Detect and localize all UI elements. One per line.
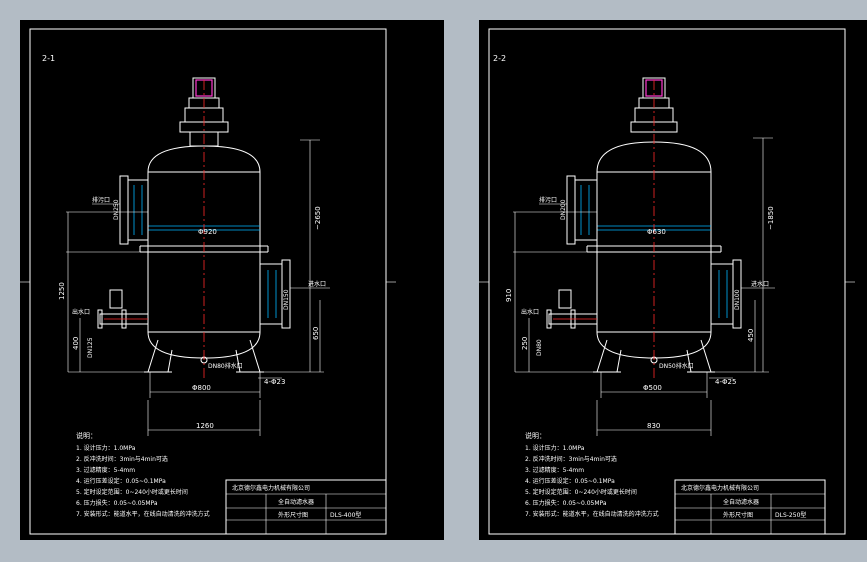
label-right-flange: DN100 <box>734 289 741 310</box>
label-left-port: 出水口 <box>72 308 90 316</box>
dim-d2: 400 <box>72 337 80 350</box>
note-line: 2. 反冲洗时间：3min与4min可选 <box>76 455 168 463</box>
title-block: 北京德尔鑫电力机械有限公司 全自动滤水器 外形尺寸图 DLS-250型 <box>674 479 826 535</box>
dim-height: ~1850 <box>767 206 775 230</box>
label-right-port: 进水口 <box>751 280 769 288</box>
note-line: 4. 运行压差设定：0.05~0.1MPa <box>525 477 615 485</box>
label-top-flange: DN250 <box>113 199 120 220</box>
company-name: 北京德尔鑫电力机械有限公司 <box>232 484 310 492</box>
note-line: 5. 定时设定范围：0~240小时或更长时间 <box>76 488 188 496</box>
product-name: 全自动滤水器 <box>723 498 759 506</box>
note-line: 6. 压力损失：0.05~0.05MPa <box>76 499 158 507</box>
drawing-name: 外形尺寸图 <box>278 511 308 519</box>
model-number: DLS-400型 <box>330 511 361 519</box>
sheet-number: 2-1 <box>42 54 55 63</box>
note-line: 4. 运行压差设定：0.05~0.1MPa <box>76 477 166 485</box>
dim-d3: 650 <box>312 327 320 340</box>
label-right-port: 进水口 <box>308 280 326 288</box>
model-number: DLS-250型 <box>775 511 806 519</box>
title-block: 北京德尔鑫电力机械有限公司 全自动滤水器 外形尺寸图 DLS-400型 <box>225 479 387 535</box>
note-line: 1. 设计压力：1.0MPa <box>76 444 136 452</box>
label-right-flange: DN150 <box>283 289 290 310</box>
dim-base-diameter: Φ800 <box>192 384 211 392</box>
dim-d1: 910 <box>505 289 513 302</box>
dim-base-width: 830 <box>647 422 660 430</box>
vessel-drawing-right: 2-2 Φ630 ~1850 910 250 450 Φ500 830 4-Φ2… <box>479 28 855 535</box>
product-name: 全自动滤水器 <box>278 498 314 506</box>
notes-title: 说明： <box>76 431 97 440</box>
dim-base-diameter: Φ500 <box>643 384 662 392</box>
dim-d3: 450 <box>747 329 755 342</box>
label-left-port: 出水口 <box>521 308 539 316</box>
label-top-port: 排污口 <box>539 196 557 204</box>
note-line: 1. 设计压力：1.0MPa <box>525 444 585 452</box>
dim-diameter: Φ920 <box>198 228 217 236</box>
dim-small: 4-Φ25 <box>715 378 736 386</box>
dim-base-width: 1260 <box>196 422 214 430</box>
drawing-sheet-right: 2-2 Φ630 ~1850 910 250 450 Φ500 830 4-Φ2… <box>479 20 867 540</box>
notes-title: 说明： <box>525 431 546 440</box>
note-line: 6. 压力损失：0.05~0.05MPa <box>525 499 607 507</box>
nozzle-right <box>259 263 283 325</box>
note-line: 2. 反冲洗时间：3min与4min可选 <box>525 455 617 463</box>
note-line: 3. 过滤精度：5-4mm <box>76 466 135 474</box>
label-left-flange: DN125 <box>87 337 94 358</box>
label-left-flange: DN80 <box>536 339 543 356</box>
nozzle-right <box>710 263 734 325</box>
vessel-drawing-left: 2-1 Φ920 ~2650 1250 400 650 Φ800 1260 4-… <box>20 28 396 535</box>
drain-valve <box>546 289 598 329</box>
label-top-flange: DN200 <box>560 199 567 220</box>
drain-valve <box>97 289 149 329</box>
dim-diameter: Φ630 <box>647 228 666 236</box>
dim-height: ~2650 <box>314 206 322 230</box>
note-line: 5. 定时设定范围：0~240小时或更长时间 <box>525 488 637 496</box>
note-line: 7. 安装形式：能道水平，在线自动清洗的冲洗方式 <box>76 510 210 518</box>
company-name: 北京德尔鑫电力机械有限公司 <box>681 484 759 492</box>
label-bottom-port: DN50排水口 <box>659 362 694 370</box>
dim-small: 4-Φ23 <box>264 378 285 386</box>
dim-d2: 250 <box>521 337 529 350</box>
note-line: 7. 安装形式：能道水平，在线自动清洗的冲洗方式 <box>525 510 659 518</box>
dim-d1: 1250 <box>58 282 66 300</box>
nozzle-top-left <box>574 179 598 241</box>
note-line: 3. 过滤精度：5-4mm <box>525 466 584 474</box>
drawing-sheet-left: 2-1 Φ920 ~2650 1250 400 650 Φ800 1260 4-… <box>20 20 444 540</box>
nozzle-top-left <box>127 179 149 241</box>
support-leg-left <box>596 339 622 373</box>
drawing-name: 外形尺寸图 <box>723 511 753 519</box>
label-bottom-port: DN80排水口 <box>208 362 243 370</box>
support-leg-left <box>147 339 173 373</box>
label-top-port: 排污口 <box>92 196 110 204</box>
sheet-number: 2-2 <box>493 54 506 63</box>
